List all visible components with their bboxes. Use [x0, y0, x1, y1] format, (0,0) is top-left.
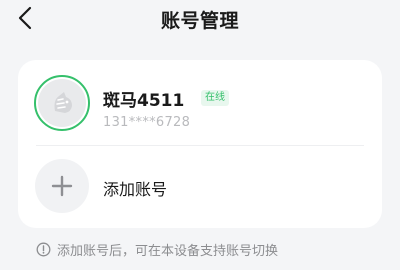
add-account-button[interactable] [35, 159, 89, 213]
header-bar: 账号管理 [0, 0, 400, 38]
add-account-label: 添加账号 [103, 180, 168, 199]
add-account-row[interactable]: 添加账号 [18, 152, 382, 222]
plus-icon [51, 175, 73, 197]
account-phone: 131****6728 [103, 115, 191, 130]
hint-text: 添加账号后，可在本设备支持账号切换 [57, 244, 279, 259]
page-title: 账号管理 [160, 10, 239, 32]
avatar[interactable] [34, 75, 90, 131]
status-badge: 在线 [201, 90, 229, 106]
current-account-row[interactable]: 斑马4511 在线 131****6728 [18, 60, 382, 150]
zebra-avatar-icon [38, 79, 86, 127]
divider [36, 145, 364, 146]
hint-note: 添加账号后，可在本设备支持账号切换 [36, 240, 278, 259]
account-name: 斑马4511 [103, 91, 185, 111]
account-card: 斑马4511 在线 131****6728 添加账号 [18, 60, 382, 228]
info-icon [36, 242, 51, 257]
